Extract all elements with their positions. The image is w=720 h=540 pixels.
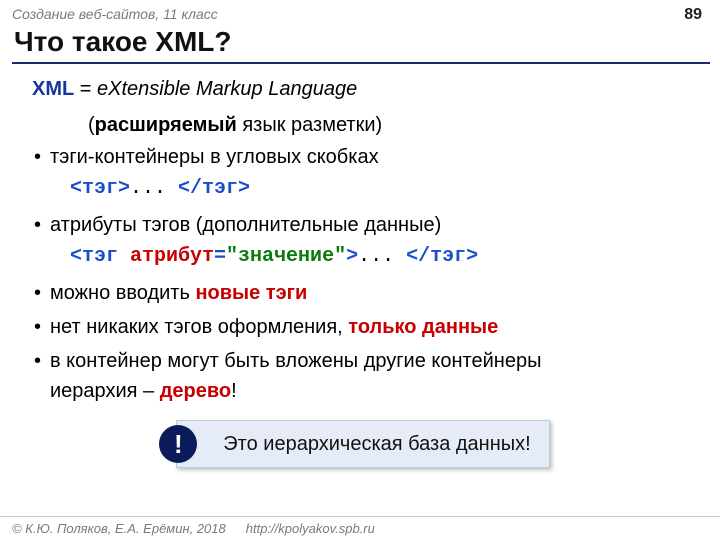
bullet-3-pre: можно вводить xyxy=(50,282,195,304)
equals: = xyxy=(74,78,97,100)
bullet-4-red: только данные xyxy=(348,316,498,338)
bullet-4: нет никаких тэгов оформления, только дан… xyxy=(32,312,694,342)
bullet-3: можно вводить новые тэги xyxy=(32,278,694,308)
bullet-4-pre: нет никаких тэгов оформления, xyxy=(50,316,348,338)
slide-header: Создание веб-сайтов, 11 класс 89 xyxy=(0,0,720,26)
expansion: eXtensible Markup Language xyxy=(97,78,357,100)
code2-close: </тэг> xyxy=(406,245,478,268)
bullet-2: атрибуты тэгов (дополнительные данные) <… xyxy=(32,210,694,272)
code2-attr: атрибут xyxy=(130,245,214,268)
code2-open: <тэг xyxy=(70,245,130,268)
code2-gt: > xyxy=(346,245,358,268)
slide-footer: © К.Ю. Поляков, Е.А. Ерёмин, 2018 http:/… xyxy=(0,516,720,540)
bullet-5-line2-red: дерево xyxy=(160,380,231,402)
slide-title: Что такое XML? xyxy=(0,26,720,62)
code2-mid: ... xyxy=(358,245,406,268)
bullet-1-text: тэги-контейнеры в угловых скобках xyxy=(50,146,379,168)
slide-content: XML = eXtensible Markup Language (расшир… xyxy=(0,74,720,468)
bullet-list: тэги-контейнеры в угловых скобках <тэг>.… xyxy=(32,142,694,406)
expansion-ru-bold: расширяемый xyxy=(95,114,237,136)
callout-box: ! Это иерархическая база данных! xyxy=(176,420,549,468)
title-underline xyxy=(12,62,710,64)
code2-val: "значение" xyxy=(226,245,346,268)
bullet-3-red: новые тэги xyxy=(195,282,307,304)
code1-close: </тэг> xyxy=(178,177,250,200)
definition-line: XML = eXtensible Markup Language xyxy=(32,74,694,104)
copyright: © К.Ю. Поляков, Е.А. Ерёмин, 2018 xyxy=(12,521,226,536)
bullet-5-line1: в контейнер могут быть вложены другие ко… xyxy=(50,350,541,372)
bullet-5: в контейнер могут быть вложены другие ко… xyxy=(32,346,694,406)
code1-open: <тэг> xyxy=(70,177,130,200)
code1-mid: ... xyxy=(130,177,178,200)
code2-eq: = xyxy=(214,245,226,268)
exclamation-icon: ! xyxy=(159,425,197,463)
bullet-5-line2-post: ! xyxy=(231,380,237,402)
definition-sub: (расширяемый язык разметки) xyxy=(32,110,694,140)
bullet-1: тэги-контейнеры в угловых скобках <тэг>.… xyxy=(32,142,694,204)
footer-url: http://kpolyakov.spb.ru xyxy=(246,521,375,536)
bullet-5-line2-pre: иерархия – xyxy=(50,380,160,402)
code-sample-2: <тэг атрибут="значение">... </тэг> xyxy=(50,242,694,272)
callout-text: Это иерархическая база данных! xyxy=(223,433,530,455)
term-xml: XML xyxy=(32,78,74,100)
expansion-ru-rest: язык разметки) xyxy=(237,114,382,136)
code-sample-1: <тэг>... </тэг> xyxy=(50,174,694,204)
callout-wrap: ! Это иерархическая база данных! xyxy=(32,420,694,468)
paren-open: ( xyxy=(88,114,95,136)
bullet-2-text: атрибуты тэгов (дополнительные данные) xyxy=(50,214,441,236)
course-name: Создание веб-сайтов, 11 класс xyxy=(12,6,218,22)
page-number: 89 xyxy=(684,6,702,24)
